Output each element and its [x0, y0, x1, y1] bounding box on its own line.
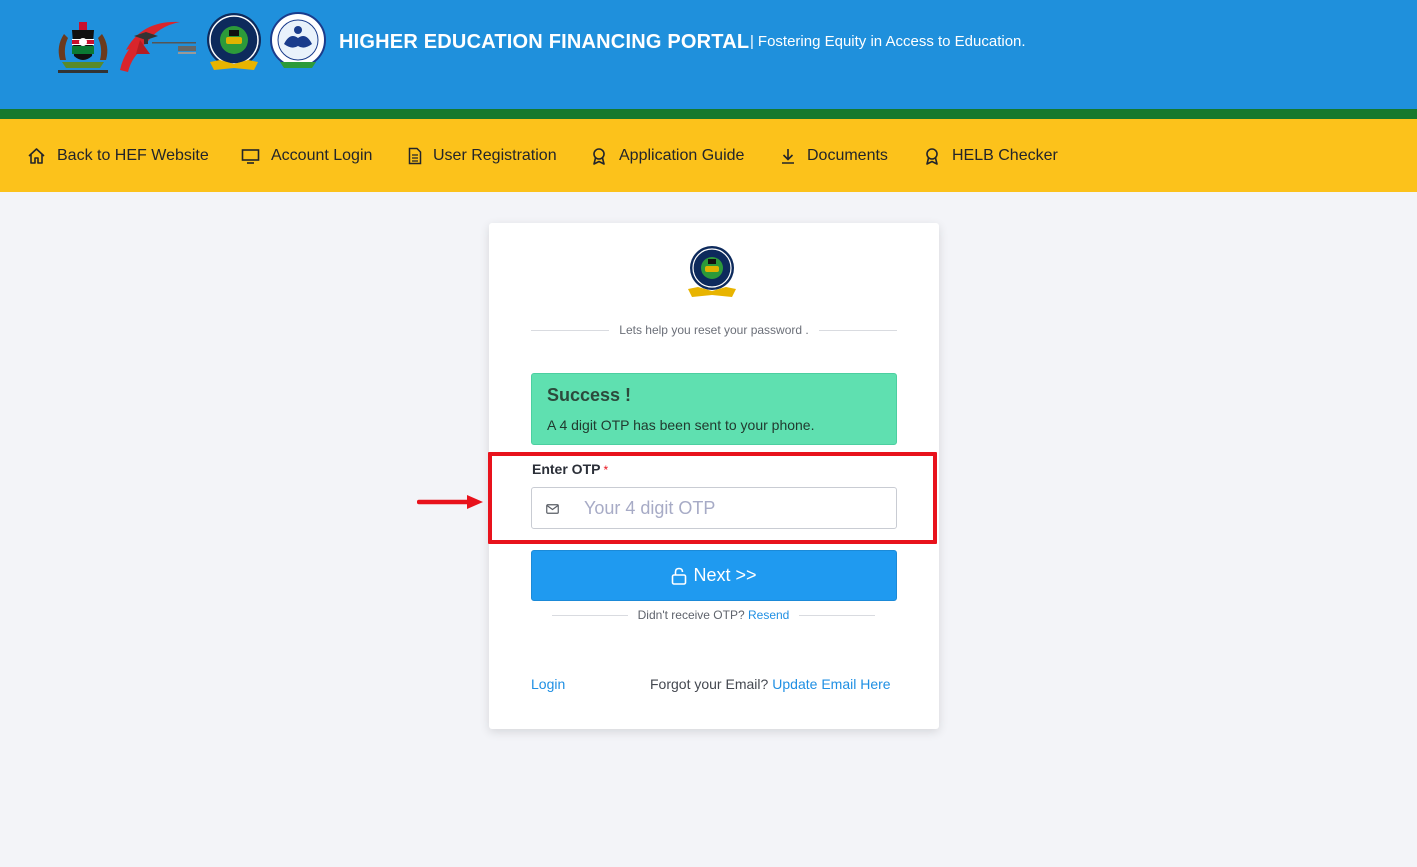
- divider-line: [818, 329, 897, 331]
- document-icon: [408, 147, 422, 164]
- otp-field: [531, 487, 897, 529]
- login-link[interactable]: Login: [531, 676, 565, 692]
- main-nav: Back to HEF Website Account Login User R…: [0, 119, 1417, 192]
- success-alert: Success ! A 4 digit OTP has been sent to…: [531, 373, 897, 445]
- nav-label: Application Guide: [619, 146, 745, 164]
- next-button[interactable]: Next >>: [531, 550, 897, 601]
- otp-label-text: Enter OTP: [532, 461, 601, 477]
- nav-label: User Registration: [433, 146, 557, 164]
- alert-message: A 4 digit OTP has been sent to your phon…: [547, 417, 815, 433]
- nav-label: HELB Checker: [952, 146, 1058, 164]
- green-stripe: [0, 109, 1417, 119]
- award-icon: [593, 147, 605, 165]
- resend-prompt-text: Didn't receive OTP?: [637, 608, 745, 622]
- divider-line: [552, 614, 628, 616]
- nav-user-registration[interactable]: User Registration: [408, 119, 557, 192]
- university-fund-logo: [270, 12, 326, 68]
- otp-label: Enter OTP *: [532, 461, 608, 477]
- portal-tagline: | Fostering Equity in Access to Education…: [750, 33, 1026, 50]
- divider-line: [799, 614, 875, 616]
- forgot-email: Forgot your Email? Update Email Here: [650, 676, 891, 692]
- nav-back-to-hef-website[interactable]: Back to HEF Website: [27, 119, 209, 192]
- next-button-label: Next >>: [693, 565, 757, 585]
- nav-helb-checker[interactable]: HELB Checker: [923, 119, 1058, 192]
- subtitle-divider: Lets help you reset your password .: [531, 323, 897, 337]
- card-subtitle: Lets help you reset your password .: [619, 323, 809, 337]
- nav-label: Documents: [807, 146, 888, 164]
- nav-application-guide[interactable]: Application Guide: [590, 119, 744, 192]
- resend-divider: Didn't receive OTP? Resend: [552, 608, 875, 622]
- resend-prompt: Didn't receive OTP? Resend: [628, 608, 800, 622]
- award-icon: [926, 147, 938, 165]
- tagline-text: Fostering Equity in Access to Education.: [757, 33, 1026, 50]
- helb-card-logo: [688, 246, 736, 297]
- home-icon: [28, 147, 45, 164]
- title-separator: |: [750, 33, 754, 50]
- update-email-link[interactable]: Update Email Here: [772, 676, 890, 692]
- alert-title: Success !: [547, 385, 632, 405]
- envelope-icon: [546, 504, 559, 514]
- download-icon: [782, 148, 794, 164]
- required-mark: *: [603, 463, 609, 477]
- forgot-email-prompt: Forgot your Email?: [650, 676, 769, 692]
- top-header: HIGHER EDUCATION FINANCING PORTAL | Foste…: [0, 0, 1417, 109]
- monitor-icon: [241, 148, 260, 164]
- portal-title: HIGHER EDUCATION FINANCING PORTAL: [339, 31, 750, 53]
- divider-line: [531, 329, 610, 331]
- nav-documents[interactable]: Documents: [780, 119, 888, 192]
- nav-account-login[interactable]: Account Login: [241, 119, 372, 192]
- red-arrow-pointer: [417, 495, 483, 509]
- kenya-coat-of-arms-logo: [58, 22, 108, 73]
- nav-label: Back to HEF Website: [57, 146, 209, 164]
- resend-link[interactable]: Resend: [748, 608, 789, 622]
- ministry-education-logo: [120, 21, 196, 72]
- nav-label: Account Login: [271, 146, 373, 164]
- helb-logo: [207, 13, 261, 70]
- unlock-icon: [672, 567, 687, 585]
- otp-input[interactable]: [584, 488, 884, 528]
